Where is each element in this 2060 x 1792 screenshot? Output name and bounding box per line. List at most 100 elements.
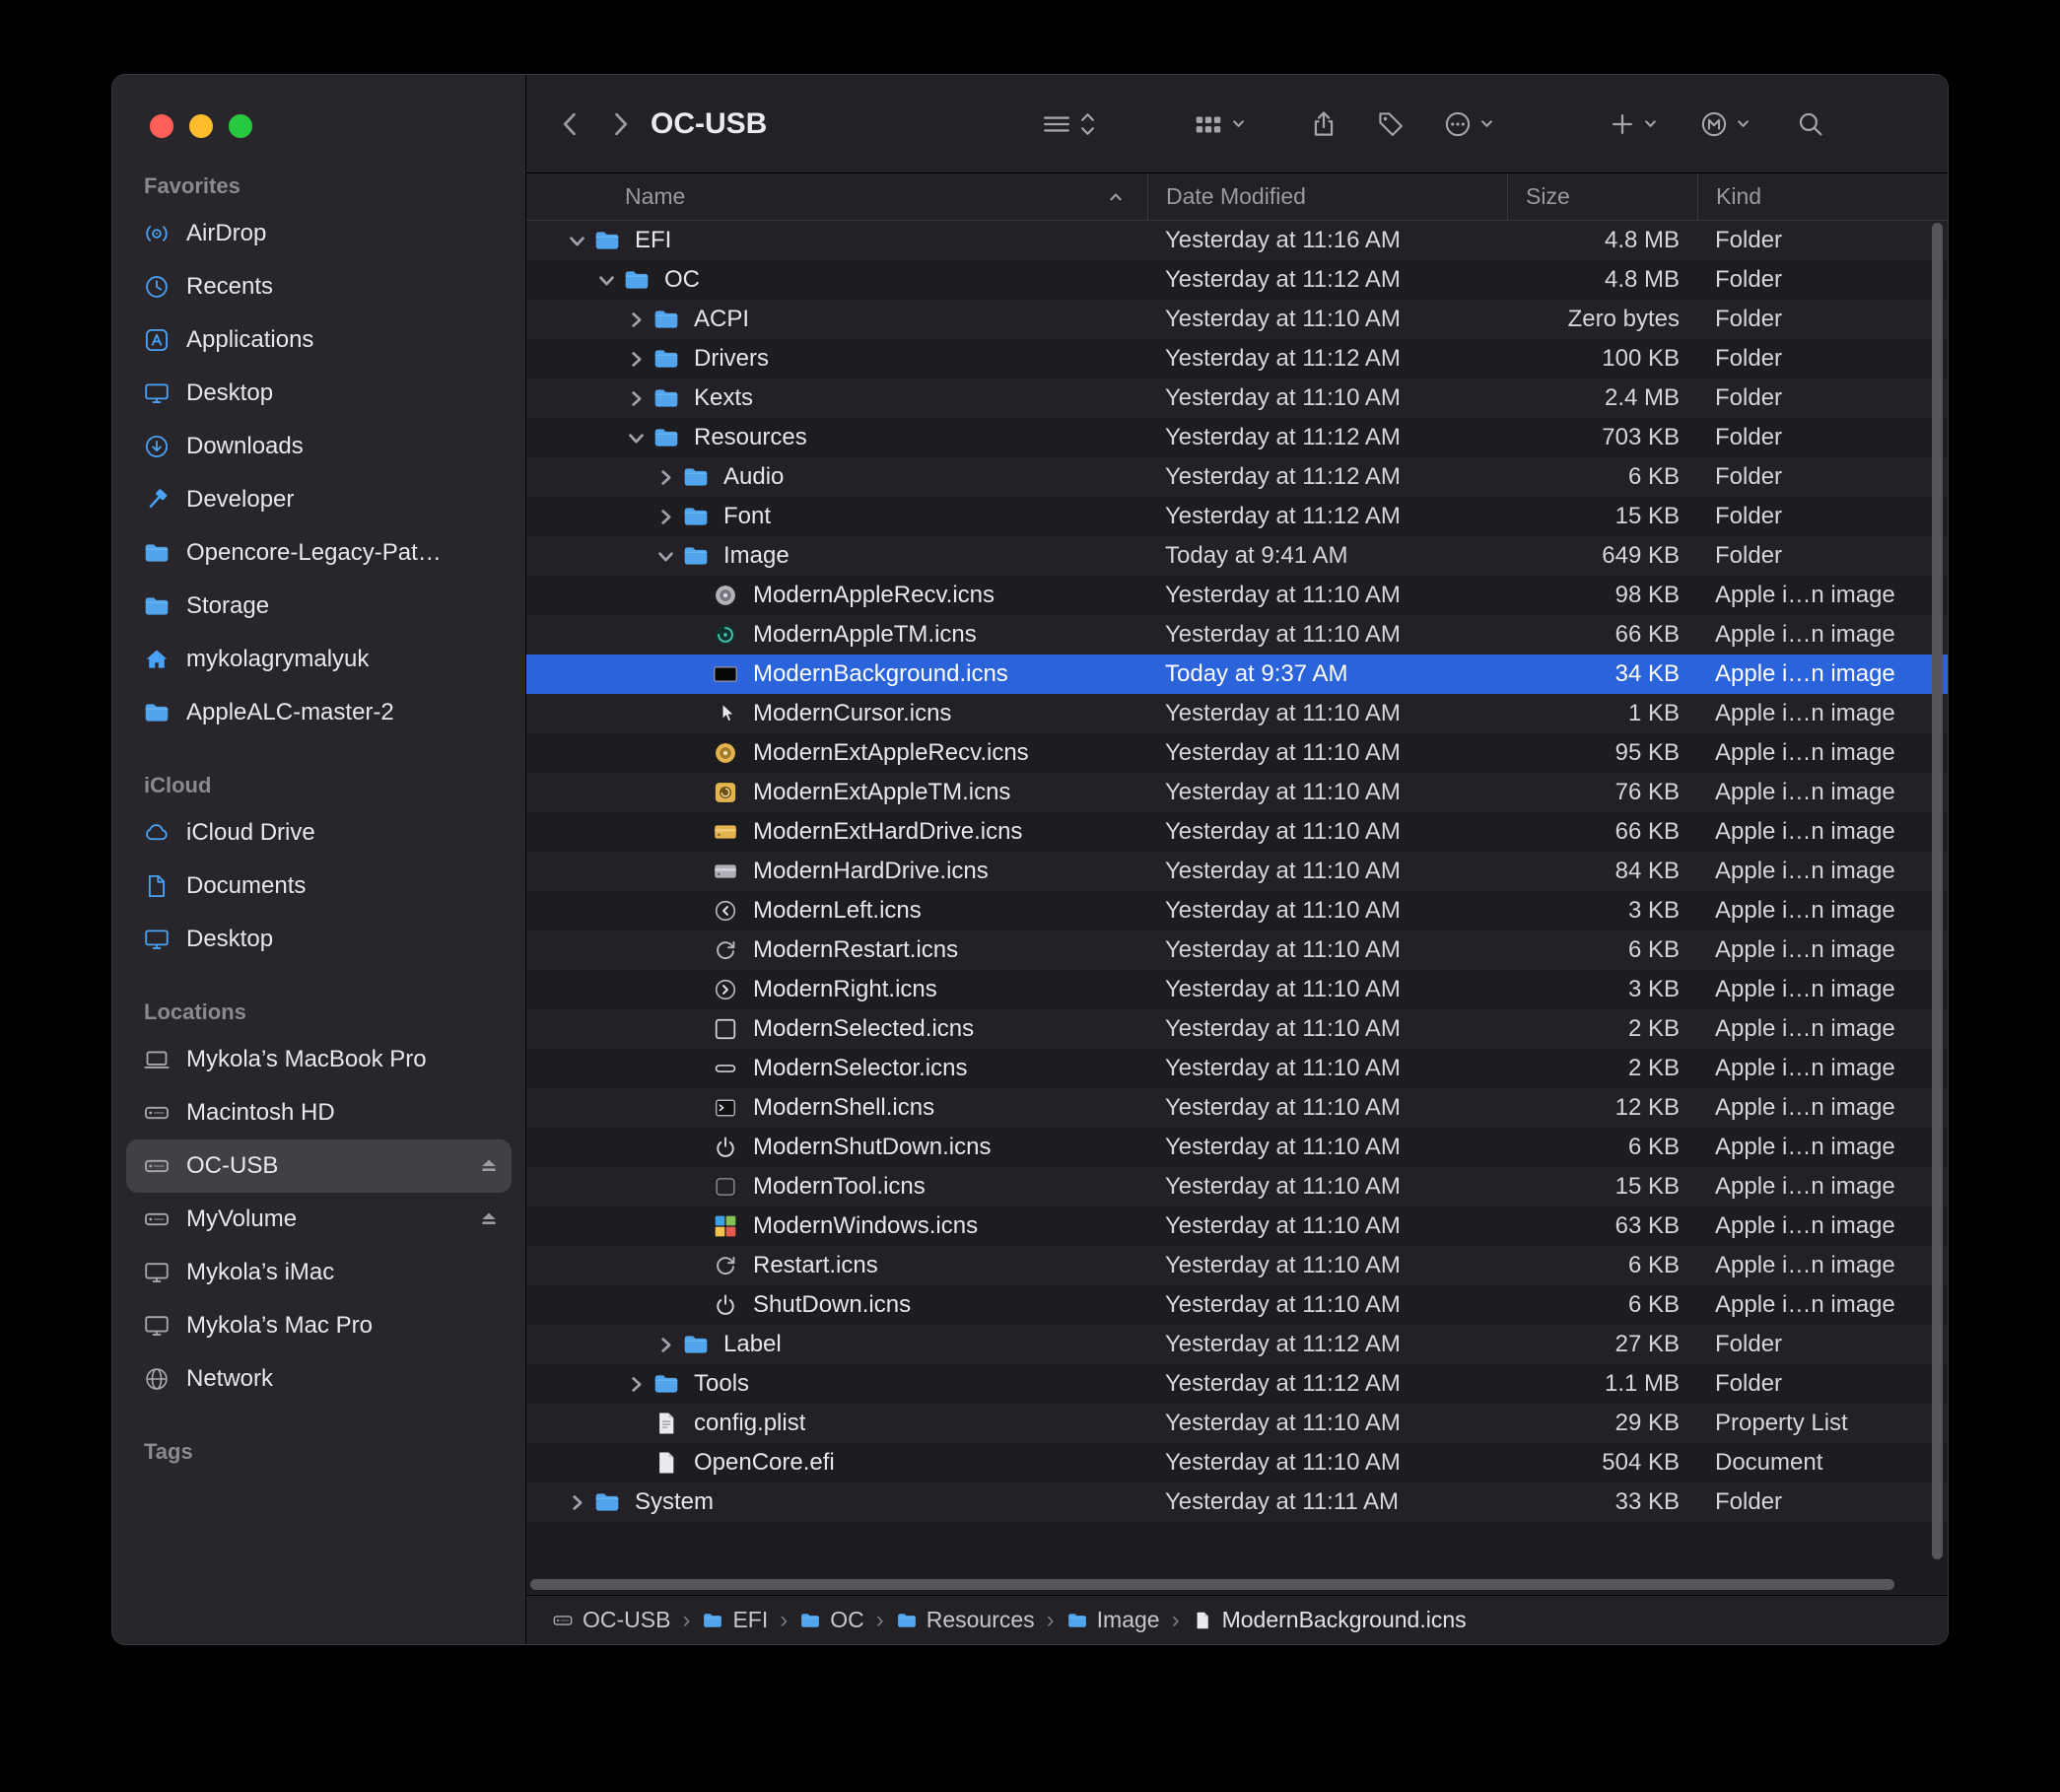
sidebar-item-icloud-drive[interactable]: iCloud Drive	[126, 806, 512, 860]
add-button[interactable]	[1609, 110, 1658, 138]
view-options-button[interactable]	[1041, 109, 1096, 139]
sidebar-item-network[interactable]: Network	[126, 1352, 512, 1406]
file-name: ModernBackground.icns	[753, 660, 1008, 688]
column-header-name[interactable]: Name	[526, 173, 1147, 220]
tags-button[interactable]	[1376, 109, 1406, 139]
sidebar-item-downloads[interactable]: Downloads	[126, 420, 512, 473]
disclosure-open-icon[interactable]	[591, 272, 621, 289]
eject-icon[interactable]	[478, 1155, 500, 1177]
home-icon	[142, 645, 172, 674]
sidebar-item-oc-usb[interactable]: OC-USB	[126, 1139, 512, 1193]
file-row-modernshutdown-icns[interactable]: ModernShutDown.icnsYesterday at 11:10 AM…	[526, 1128, 1948, 1167]
minimize-button[interactable]	[189, 114, 213, 138]
file-row-config-plist[interactable]: config.plistYesterday at 11:10 AM29 KBPr…	[526, 1404, 1948, 1443]
path-item-image[interactable]: Image	[1066, 1607, 1160, 1633]
disclosure-closed-icon[interactable]	[621, 351, 651, 368]
file-row-oc[interactable]: OCYesterday at 11:12 AM4.8 MBFolder	[526, 260, 1948, 300]
disclosure-open-icon[interactable]	[562, 233, 591, 249]
column-header-kind[interactable]: Kind	[1697, 173, 1948, 220]
horizontal-scrollbar-thumb[interactable]	[530, 1579, 1894, 1590]
path-item-efi[interactable]: EFI	[702, 1607, 768, 1633]
file-row-modernextappletm-icns[interactable]: ModernExtAppleTM.icnsYesterday at 11:10 …	[526, 773, 1948, 812]
icns-restart-icon	[710, 1252, 741, 1279]
file-row-modernleft-icns[interactable]: ModernLeft.icnsYesterday at 11:10 AM3 KB…	[526, 891, 1948, 930]
column-header-date-modified[interactable]: Date Modified	[1147, 173, 1507, 220]
file-row-efi[interactable]: EFIYesterday at 11:16 AM4.8 MBFolder	[526, 221, 1948, 260]
disclosure-closed-icon[interactable]	[651, 469, 680, 486]
sidebar-item-recents[interactable]: Recents	[126, 260, 512, 313]
disclosure-closed-icon[interactable]	[562, 1494, 591, 1511]
path-item-oc[interactable]: OC	[799, 1607, 864, 1633]
date-modified-cell: Yesterday at 11:10 AM	[1147, 1094, 1507, 1122]
file-row-image[interactable]: ImageToday at 9:41 AM649 KBFolder	[526, 536, 1948, 576]
close-button[interactable]	[150, 114, 173, 138]
file-row-modernharddrive-icns[interactable]: ModernHardDrive.icnsYesterday at 11:10 A…	[526, 852, 1948, 891]
disclosure-closed-icon[interactable]	[621, 390, 651, 407]
disclosure-open-icon[interactable]	[651, 548, 680, 565]
file-row-modernright-icns[interactable]: ModernRight.icnsYesterday at 11:10 AM3 K…	[526, 970, 1948, 1009]
file-row-resources[interactable]: ResourcesYesterday at 11:12 AM703 KBFold…	[526, 418, 1948, 457]
sidebar-item-applications[interactable]: Applications	[126, 313, 512, 367]
file-row-drivers[interactable]: DriversYesterday at 11:12 AM100 KBFolder	[526, 339, 1948, 379]
file-row-font[interactable]: FontYesterday at 11:12 AM15 KBFolder	[526, 497, 1948, 536]
file-row-moderncursor-icns[interactable]: ModernCursor.icnsYesterday at 11:10 AM1 …	[526, 694, 1948, 733]
back-button[interactable]	[556, 107, 585, 141]
sidebar-item-storage[interactable]: Storage	[126, 580, 512, 633]
disclosure-open-icon[interactable]	[621, 430, 651, 447]
sidebar-item-macintosh-hd[interactable]: Macintosh HD	[126, 1086, 512, 1139]
column-header-size[interactable]: Size	[1507, 173, 1697, 220]
sidebar-item-documents[interactable]: Documents	[126, 860, 512, 913]
sidebar-item-mykolagrymalyuk[interactable]: mykolagrymalyuk	[126, 633, 512, 686]
sidebar-item-airdrop[interactable]: AirDrop	[126, 207, 512, 260]
sidebar-item-myvolume[interactable]: MyVolume	[126, 1193, 512, 1246]
sidebar-item-opencore-legacy-pat[interactable]: Opencore-Legacy-Pat…	[126, 526, 512, 580]
zoom-button[interactable]	[229, 114, 252, 138]
path-item-label: Image	[1097, 1607, 1160, 1633]
vertical-scrollbar-thumb[interactable]	[1932, 223, 1943, 1559]
path-item-modernbackground-icns[interactable]: ModernBackground.icns	[1192, 1607, 1467, 1633]
file-row-modernrestart-icns[interactable]: ModernRestart.icnsYesterday at 11:10 AM6…	[526, 930, 1948, 970]
sidebar-item-applealc-master-2[interactable]: AppleALC-master-2	[126, 686, 512, 739]
file-row-label[interactable]: LabelYesterday at 11:12 AM27 KBFolder	[526, 1325, 1948, 1364]
file-row-shutdown-icns[interactable]: ShutDown.icnsYesterday at 11:10 AM6 KBAp…	[526, 1285, 1948, 1325]
file-row-restart-icns[interactable]: Restart.icnsYesterday at 11:10 AM6 KBApp…	[526, 1246, 1948, 1285]
share-button[interactable]	[1309, 108, 1339, 140]
file-row-modernwindows-icns[interactable]: ModernWindows.icnsYesterday at 11:10 AM6…	[526, 1206, 1948, 1246]
account-button[interactable]	[1699, 109, 1751, 139]
disclosure-closed-icon[interactable]	[651, 509, 680, 525]
search-button[interactable]	[1796, 109, 1825, 139]
file-row-modernextapplerecv-icns[interactable]: ModernExtAppleRecv.icnsYesterday at 11:1…	[526, 733, 1948, 773]
file-row-modernappletm-icns[interactable]: ModernAppleTM.icnsYesterday at 11:10 AM6…	[526, 615, 1948, 655]
sidebar-item-developer[interactable]: Developer	[126, 473, 512, 526]
sidebar-item-mykola-s-mac-pro[interactable]: Mykola’s Mac Pro	[126, 1299, 512, 1352]
file-row-modernselected-icns[interactable]: ModernSelected.icnsYesterday at 11:10 AM…	[526, 1009, 1948, 1049]
icns-shell-icon	[710, 1094, 741, 1122]
path-item-oc-usb[interactable]: OC-USB	[552, 1607, 670, 1633]
file-row-audio[interactable]: AudioYesterday at 11:12 AM6 KBFolder	[526, 457, 1948, 497]
kind-cell: Property List	[1697, 1410, 1948, 1437]
file-row-system[interactable]: SystemYesterday at 11:11 AM33 KBFolder	[526, 1482, 1948, 1522]
more-actions-button[interactable]	[1443, 109, 1494, 139]
file-row-moderntool-icns[interactable]: ModernTool.icnsYesterday at 11:10 AM15 K…	[526, 1167, 1948, 1206]
eject-icon[interactable]	[478, 1208, 500, 1230]
file-row-acpi[interactable]: ACPIYesterday at 11:10 AMZero bytesFolde…	[526, 300, 1948, 339]
kind-cell: Folder	[1697, 306, 1948, 333]
disclosure-closed-icon[interactable]	[621, 311, 651, 328]
disclosure-closed-icon[interactable]	[621, 1376, 651, 1393]
file-row-modernbackground-icns[interactable]: ModernBackground.icnsToday at 9:37 AM34 …	[526, 655, 1948, 694]
file-row-modernextharddrive-icns[interactable]: ModernExtHardDrive.icnsYesterday at 11:1…	[526, 812, 1948, 852]
file-row-modernapplerecv-icns[interactable]: ModernAppleRecv.icnsYesterday at 11:10 A…	[526, 576, 1948, 615]
group-by-button[interactable]	[1193, 110, 1246, 138]
path-item-resources[interactable]: Resources	[896, 1607, 1035, 1633]
file-row-tools[interactable]: ToolsYesterday at 11:12 AM1.1 MBFolder	[526, 1364, 1948, 1404]
file-row-modernshell-icns[interactable]: ModernShell.icnsYesterday at 11:10 AM12 …	[526, 1088, 1948, 1128]
file-row-opencore-efi[interactable]: OpenCore.efiYesterday at 11:10 AM504 KBD…	[526, 1443, 1948, 1482]
sidebar-item-desktop[interactable]: Desktop	[126, 913, 512, 966]
sidebar-item-desktop[interactable]: Desktop	[126, 367, 512, 420]
file-row-kexts[interactable]: KextsYesterday at 11:10 AM2.4 MBFolder	[526, 379, 1948, 418]
disclosure-closed-icon[interactable]	[651, 1337, 680, 1353]
sidebar-item-mykola-s-imac[interactable]: Mykola’s iMac	[126, 1246, 512, 1299]
forward-button[interactable]	[605, 107, 635, 141]
sidebar-item-mykola-s-macbook-pro[interactable]: Mykola’s MacBook Pro	[126, 1033, 512, 1086]
file-row-modernselector-icns[interactable]: ModernSelector.icnsYesterday at 11:10 AM…	[526, 1049, 1948, 1088]
